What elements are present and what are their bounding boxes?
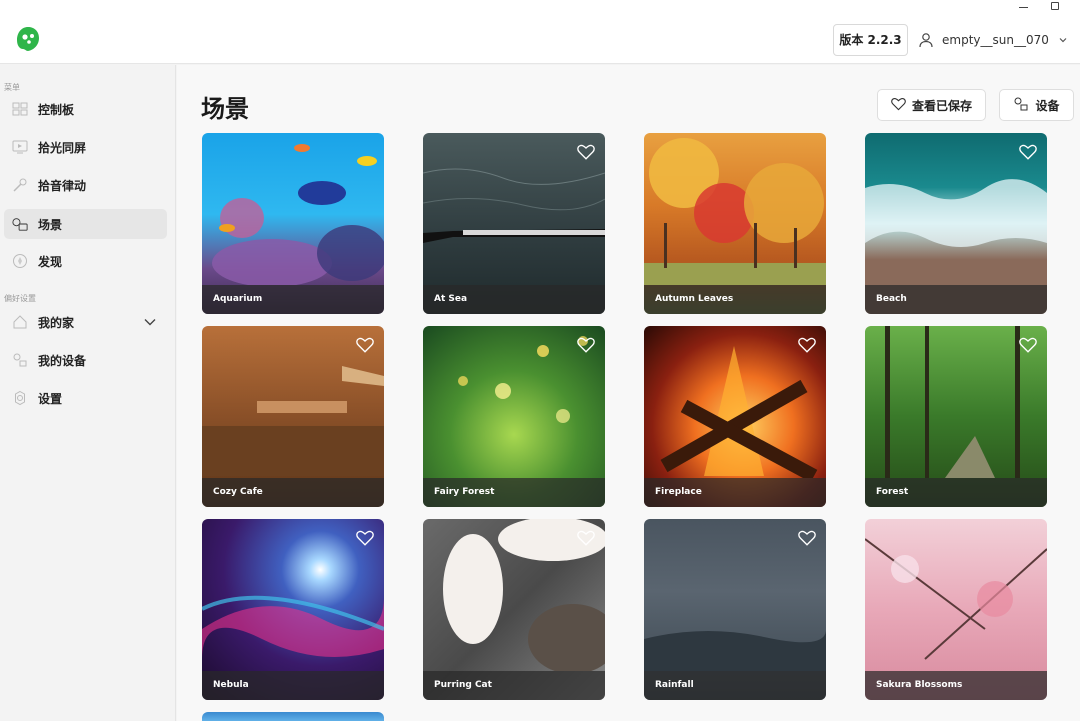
sidebar-item-label: 发现 [38,254,63,269]
home-icon [12,314,28,330]
scene-card[interactable]: At Sea [423,133,605,314]
scene-card[interactable]: Beach [865,133,1047,314]
sidebar-item-my-home[interactable]: 我的家 [4,307,167,337]
window-titlebar [0,0,1080,16]
scene-card[interactable]: Fairy Forest [423,326,605,507]
sidebar-item-discover[interactable]: 发现 [4,246,167,276]
scene-name: Cozy Cafe [202,478,384,507]
sidebar-item-dashboard[interactable]: 控制板 [4,94,167,124]
scene-icon [12,216,28,232]
view-saved-label: 查看已保存 [911,98,972,113]
sidebar-item-label: 我的家 [38,315,75,330]
chevron-down-icon [1057,34,1069,46]
maximize-icon [1051,2,1059,10]
sidebar-section-prefs: 偏好设置 [4,294,36,303]
microphone-icon [12,177,28,193]
scene-card[interactable]: Nebula [202,519,384,700]
sidebar-item-label: 场景 [38,217,63,232]
maximize-button[interactable] [1040,0,1070,14]
sidebar-item-label: 拾光同屏 [38,140,87,155]
sidebar-item-label: 拾音律动 [38,178,87,193]
app-logo-icon [16,26,40,52]
scene-name: Beach [865,285,1047,314]
devices-icon [1013,96,1029,115]
scene-name: Aquarium [202,285,384,314]
favorite-heart-icon[interactable] [1019,144,1037,160]
sidebar-item-my-devices[interactable]: 我的设备 [4,345,167,375]
gear-icon [12,390,28,406]
scene-name: Fairy Forest [423,478,605,507]
scene-name: Sakura Blossoms [865,671,1047,700]
dashboard-icon [12,101,28,117]
sidebar-section-menu: 菜单 [4,83,20,92]
favorite-heart-icon[interactable] [798,337,816,353]
main-content: 场景 查看已保存 设备 Aquarium At Sea Autumn Leave… [177,65,1080,721]
sidebar-item-label: 我的设备 [38,353,87,368]
scene-card[interactable] [202,712,384,721]
scene-card[interactable]: Autumn Leaves [644,133,826,314]
sidebar-item-music-sync[interactable]: 拾音律动 [4,170,167,200]
page-title: 场景 [201,95,249,123]
scene-name: Forest [865,478,1047,507]
sidebar-item-scenes[interactable]: 场景 [4,209,167,239]
scene-card[interactable]: Aquarium [202,133,384,314]
favorite-heart-icon[interactable] [356,530,374,546]
scene-name: At Sea [423,285,605,314]
scene-card[interactable]: Fireplace [644,326,826,507]
scene-card[interactable]: Purring Cat [423,519,605,700]
screen-sync-icon [12,139,28,155]
scene-name: Fireplace [644,478,826,507]
favorite-heart-icon[interactable] [577,144,595,160]
app-header: 版本 2.2.3 empty__sun__070 [0,16,1080,64]
scene-card[interactable]: Rainfall [644,519,826,700]
sidebar-item-label: 设置 [38,391,63,406]
minimize-button[interactable] [1008,0,1038,14]
devices-label: 设备 [1035,98,1060,113]
username-label: empty__sun__070 [942,33,1049,47]
favorite-heart-icon[interactable] [577,530,595,546]
sidebar-item-label: 控制板 [38,102,75,117]
chevron-down-icon[interactable] [143,315,157,332]
favorite-heart-icon[interactable] [356,337,374,353]
minimize-icon [1018,7,1028,8]
favorite-heart-icon[interactable] [798,530,816,546]
sidebar-item-screen-sync[interactable]: 拾光同屏 [4,132,167,162]
devices-button[interactable]: 设备 [999,89,1074,121]
compass-icon [12,253,28,269]
devices-icon [12,352,28,368]
scene-card[interactable]: Cozy Cafe [202,326,384,507]
sidebar-item-settings[interactable]: 设置 [4,383,167,413]
user-menu[interactable]: empty__sun__070 [918,24,1069,56]
view-saved-button[interactable]: 查看已保存 [877,89,986,121]
user-icon [918,32,934,48]
favorite-heart-icon[interactable] [577,337,595,353]
scene-name: Autumn Leaves [644,285,826,314]
scene-name: Rainfall [644,671,826,700]
favorite-heart-icon[interactable] [1019,337,1037,353]
heart-icon [891,97,906,114]
scene-card[interactable]: Forest [865,326,1047,507]
scene-name: Purring Cat [423,671,605,700]
scene-name: Nebula [202,671,384,700]
sidebar: 菜单 控制板 拾光同屏 拾音律动 场景 发现 偏好设置 我的家 我的设备 设置 [0,65,176,721]
version-button[interactable]: 版本 2.2.3 [833,24,908,56]
scene-card[interactable]: Sakura Blossoms [865,519,1047,700]
